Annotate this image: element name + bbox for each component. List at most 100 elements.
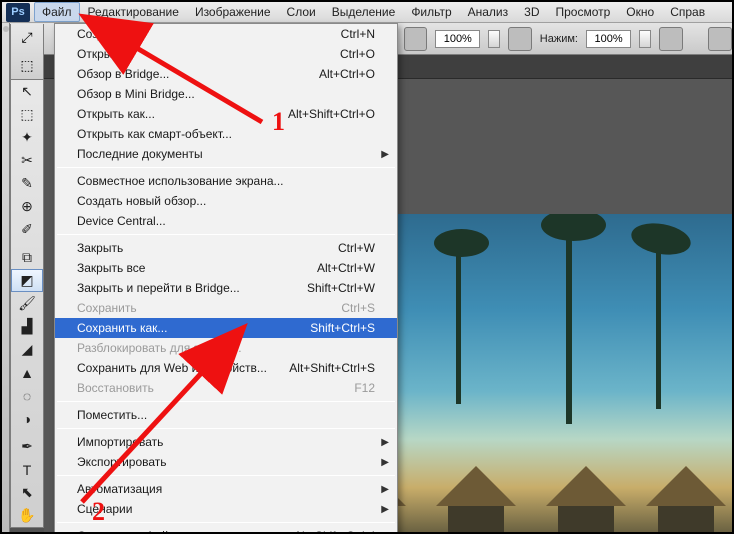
menu-item: Разблокировать для записи... (55, 338, 397, 358)
tool-gradient[interactable]: ▲ (11, 361, 43, 384)
option-icon[interactable] (404, 27, 428, 51)
menu-item[interactable]: Экспортировать ▶ (55, 452, 397, 472)
menu-item[interactable]: Обзор в Bridge...Alt+Ctrl+O (55, 64, 397, 84)
menu-item-shortcut: F12 (354, 381, 375, 395)
tool-type[interactable]: T (11, 458, 43, 481)
menu-item[interactable]: Сведения о файлеAlt+Shift+Ctrl+I (55, 526, 397, 534)
menu-item[interactable]: Автоматизация ▶ (55, 479, 397, 499)
tool-marquee[interactable]: ⬚ (11, 103, 43, 126)
menu-edit[interactable]: Редактирование (80, 2, 187, 22)
menu-separator (57, 401, 395, 402)
opacity-spinner[interactable] (488, 30, 500, 48)
menu-item-shortcut: Ctrl+N (341, 27, 375, 41)
tool-dodge[interactable]: ◑ (11, 407, 43, 430)
menubar: Ps Файл Редактирование Изображение Слои … (2, 2, 732, 23)
submenu-arrow-icon: ▶ (381, 484, 389, 495)
tool-quick-2[interactable]: ⬚ (11, 52, 43, 78)
app-logo: Ps (6, 3, 30, 22)
menu-select[interactable]: Выделение (324, 2, 404, 22)
tool-lasso[interactable]: ✦ (11, 126, 43, 149)
menu-item[interactable]: Поместить... (55, 405, 397, 425)
menu-separator (57, 522, 395, 523)
menu-item[interactable]: Device Central... (55, 211, 397, 231)
tool-quick-1[interactable]: ⤢ (11, 25, 43, 51)
menu-item[interactable]: Обзор в Mini Bridge... (55, 84, 397, 104)
menu-item-label: Обзор в Mini Bridge... (77, 87, 195, 101)
tool-hand[interactable]: ✋ (11, 504, 43, 527)
menu-image[interactable]: Изображение (187, 2, 279, 22)
menu-item[interactable]: Закрыть и перейти в Bridge...Shift+Ctrl+… (55, 278, 397, 298)
menu-separator (57, 167, 395, 168)
file-menu-dropdown: Создать... Ctrl+N Открыть... Ctrl+O Обзор в … (54, 23, 398, 534)
menu-window[interactable]: Окно (618, 2, 662, 22)
menu-view[interactable]: Просмотр (547, 2, 618, 22)
airbrush-icon[interactable] (508, 27, 532, 51)
tool-pen[interactable]: ✒ (11, 435, 43, 458)
menu-item[interactable]: Последние документы▶ (55, 144, 397, 164)
menu-item[interactable]: Сохранить как...Shift+Ctrl+S (55, 318, 397, 338)
opacity-field[interactable]: 100% (435, 30, 480, 48)
menu-item-shortcut: Alt+Shift+Ctrl+O (288, 107, 375, 121)
menu-3d[interactable]: 3D (516, 2, 547, 22)
flow-label: Нажим: (540, 33, 578, 45)
flow-spinner[interactable] (639, 30, 651, 48)
menu-item-shortcut: Ctrl+O (340, 47, 375, 61)
menu-item-shortcut: Shift+Ctrl+W (307, 281, 375, 295)
menu-item-label: Открыть... (77, 47, 134, 61)
menu-analysis[interactable]: Анализ (460, 2, 517, 22)
menu-item-label: Сохранить как... (77, 321, 167, 335)
menu-item[interactable]: Открыть... Ctrl+O (55, 44, 397, 64)
menu-file[interactable]: Файл (34, 2, 80, 22)
left-ribbon (2, 23, 10, 534)
tool-path[interactable]: ⬉ (11, 481, 43, 504)
menu-item[interactable]: ЗакрытьCtrl+W (55, 238, 397, 258)
menu-item-label: Автоматизация (77, 482, 162, 496)
menu-item-label: Поместить... (77, 408, 147, 422)
menu-item-label: Совместное использование экрана... (77, 174, 284, 188)
menu-item-shortcut: Alt+Ctrl+O (319, 67, 375, 81)
menu-help[interactable]: Справ (662, 2, 713, 22)
tool-move[interactable]: ↖ (11, 80, 43, 103)
submenu-arrow-icon: ▶ (381, 457, 389, 468)
tool-eraser[interactable]: ◢ (11, 338, 43, 361)
menu-item[interactable]: Создать новый обзор... (55, 191, 397, 211)
tool-eyedropper[interactable]: ⊕ (11, 195, 43, 218)
menu-item-label: Разблокировать для записи... (77, 341, 242, 355)
tool-history-brush[interactable]: ▟ (11, 315, 43, 338)
tool-stamp[interactable]: 🖌 (11, 292, 43, 315)
menu-separator (57, 234, 395, 235)
tool-brush[interactable]: ◩ (11, 269, 43, 292)
menu-item[interactable]: Совместное использование экрана... (55, 171, 397, 191)
tool-crop[interactable]: ✎ (11, 172, 43, 195)
menu-item-label: Импортировать (77, 435, 163, 449)
menu-item-label: Создать... (77, 27, 133, 41)
menu-item[interactable]: Создать... Ctrl+N (55, 24, 397, 44)
tablet-pressure-icon[interactable] (659, 27, 683, 51)
menu-item-shortcut: Ctrl+S (341, 301, 375, 315)
tool-healing[interactable]: ✐ (11, 218, 43, 241)
menu-item[interactable]: Открыть как смарт-объект... (55, 124, 397, 144)
menu-item-label: Открыть как смарт-объект... (77, 127, 232, 141)
extra-option-icon[interactable] (708, 27, 732, 51)
menu-item-label: Сохранить для Web и устройств... (77, 361, 267, 375)
menu-item[interactable]: Сохранить для Web и устройств... Alt+Shif… (55, 358, 397, 378)
menu-item[interactable]: Открыть как...Alt+Shift+Ctrl+O (55, 104, 397, 124)
menu-filter[interactable]: Фильтр (403, 2, 459, 22)
tool-wand[interactable]: ✂ (11, 149, 43, 172)
menu-item-shortcut: Ctrl+W (338, 241, 375, 255)
tool-blur[interactable]: ◌ (11, 384, 43, 407)
menu-item-label: Восстановить (77, 381, 154, 395)
menu-item-label: Device Central... (77, 214, 166, 228)
menu-item[interactable]: Закрыть всеAlt+Ctrl+W (55, 258, 397, 278)
menu-item-shortcut: Alt+Shift+Ctrl+S (289, 361, 375, 375)
menu-layer[interactable]: Слои (279, 2, 324, 22)
menu-item-label: Сведения о файле (77, 529, 182, 534)
tool-patch[interactable]: ⧉ (11, 246, 43, 269)
annotation-label-1: 1 (272, 107, 285, 137)
toolbox: ↖ ⬚ ✦ ✂ ✎ ⊕ ✐ ⧉ ◩ 🖌 ▟ ◢ ▲ ◌ ◑ ✒ T ⬉ ✋ (10, 79, 44, 528)
menu-item[interactable]: Сценарии▶ (55, 499, 397, 519)
menu-item-label: Экспортировать (77, 455, 167, 469)
flow-field[interactable]: 100% (586, 30, 631, 48)
toolbox-quick: ⤢ ⬚ (10, 24, 44, 79)
menu-item[interactable]: Импортировать▶ (55, 432, 397, 452)
